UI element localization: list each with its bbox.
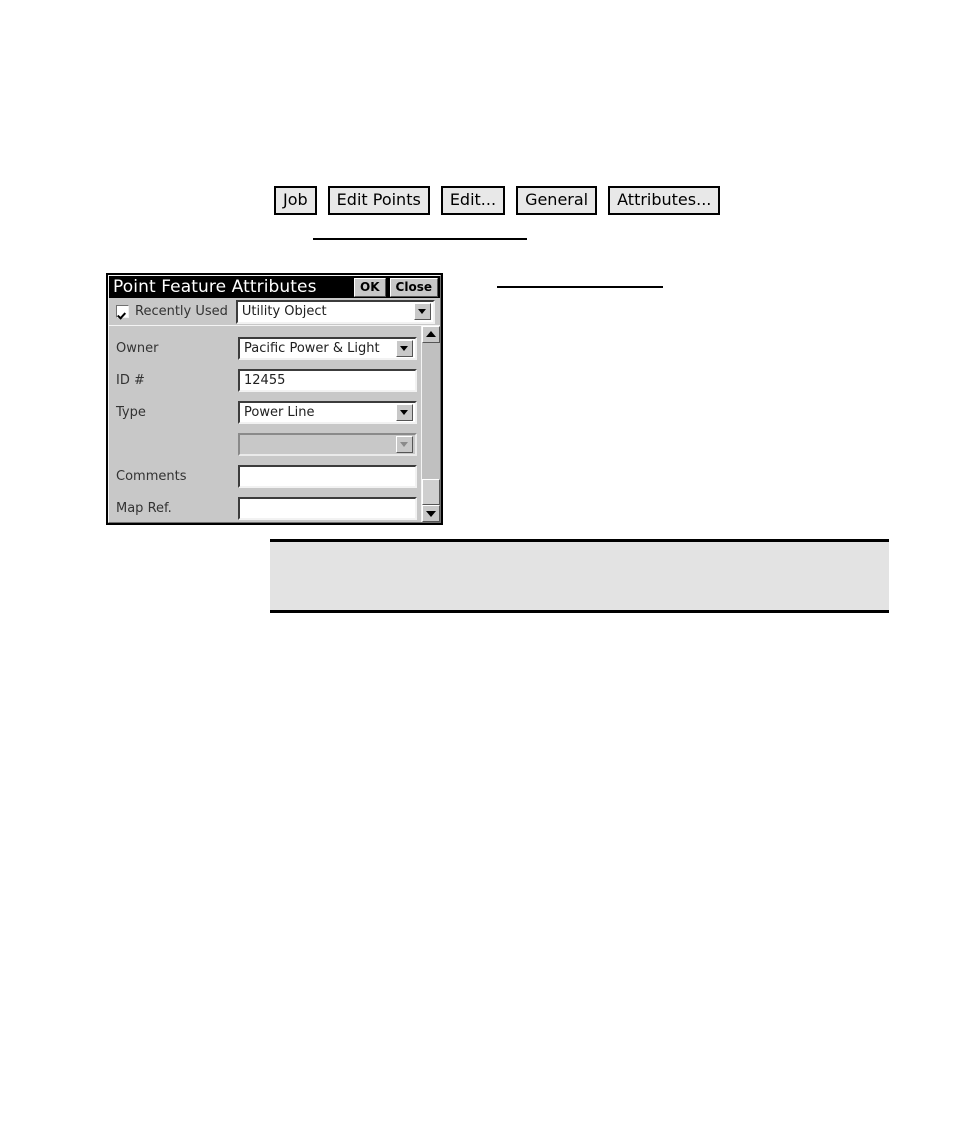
owner-value: Pacific Power & Light bbox=[244, 341, 380, 355]
dialog-title-bar: Point Feature Attributes OK Close bbox=[109, 276, 440, 298]
button-row: Job Edit Points Edit... General Attribut… bbox=[274, 186, 721, 215]
point-feature-attributes-dialog: Point Feature Attributes OK Close Recent… bbox=[106, 273, 443, 525]
attribute-field-list: Owner Pacific Power & Light ID # 12455 T… bbox=[109, 326, 421, 522]
edit-button[interactable]: Edit... bbox=[440, 186, 506, 215]
annotation-rule-right bbox=[497, 286, 663, 288]
general-button[interactable]: General bbox=[516, 186, 598, 215]
attribute-field-area: Owner Pacific Power & Light ID # 12455 T… bbox=[109, 325, 440, 522]
field-row-comments: Comments bbox=[109, 460, 421, 492]
map-ref-input[interactable] bbox=[238, 496, 417, 520]
feature-type-combo[interactable]: Utility Object bbox=[235, 299, 435, 324]
chevron-down-icon bbox=[396, 435, 413, 453]
type-label: Type bbox=[116, 404, 146, 420]
annotation-rule-top bbox=[313, 238, 527, 240]
callout-box bbox=[270, 539, 889, 613]
recently-used-checkbox[interactable] bbox=[116, 305, 129, 318]
field-row-type: Type Power Line bbox=[109, 396, 421, 428]
attributes-button[interactable]: Attributes... bbox=[608, 186, 721, 215]
edit-points-button[interactable]: Edit Points bbox=[327, 186, 430, 215]
field-row-owner: Owner Pacific Power & Light bbox=[109, 332, 421, 364]
recently-used-row: Recently Used Utility Object bbox=[109, 298, 440, 325]
scroll-thumb[interactable] bbox=[422, 479, 440, 505]
dialog-title: Point Feature Attributes bbox=[113, 278, 317, 296]
type-value: Power Line bbox=[244, 405, 315, 419]
id-label: ID # bbox=[116, 372, 145, 388]
vertical-scrollbar[interactable] bbox=[421, 326, 440, 522]
owner-label: Owner bbox=[116, 340, 159, 356]
id-input[interactable]: 12455 bbox=[238, 368, 417, 392]
ok-button[interactable]: OK bbox=[354, 277, 386, 297]
dialog-inner-frame: Point Feature Attributes OK Close Recent… bbox=[108, 275, 441, 523]
scroll-track[interactable] bbox=[422, 343, 440, 505]
owner-combo[interactable]: Pacific Power & Light bbox=[238, 336, 417, 360]
job-button[interactable]: Job bbox=[274, 186, 317, 215]
map-ref-label: Map Ref. bbox=[116, 500, 172, 516]
recently-used-label: Recently Used bbox=[135, 304, 228, 319]
scroll-up-arrow-icon[interactable] bbox=[422, 326, 440, 343]
field-row-id: ID # 12455 bbox=[109, 364, 421, 396]
feature-type-value: Utility Object bbox=[241, 305, 327, 318]
field-row-unlabeled bbox=[109, 428, 421, 460]
type-combo[interactable]: Power Line bbox=[238, 400, 417, 424]
comments-input[interactable] bbox=[238, 464, 417, 488]
field-row-map-ref: Map Ref. bbox=[109, 492, 421, 522]
unlabeled-combo-disabled bbox=[238, 432, 417, 456]
chevron-down-icon[interactable] bbox=[414, 303, 431, 320]
chevron-down-icon[interactable] bbox=[396, 339, 413, 357]
close-button[interactable]: Close bbox=[389, 277, 438, 297]
id-value: 12455 bbox=[244, 373, 286, 387]
scroll-down-arrow-icon[interactable] bbox=[422, 505, 440, 522]
comments-label: Comments bbox=[116, 468, 187, 484]
chevron-down-icon[interactable] bbox=[396, 403, 413, 421]
